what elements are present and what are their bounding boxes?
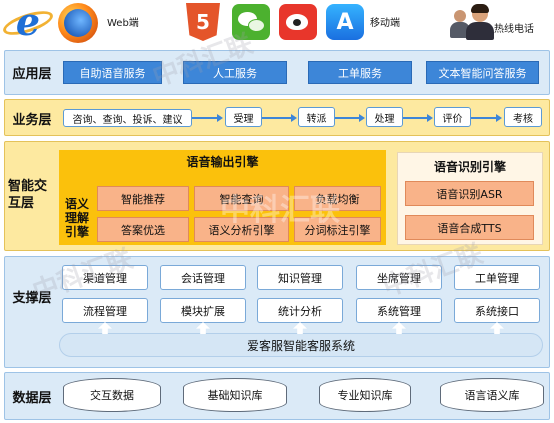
appstore-icon: A	[326, 4, 364, 40]
agent-headset-icon	[471, 4, 489, 13]
interaction-label-line2: 互层	[8, 196, 35, 211]
web-channel-label: Web端	[107, 18, 139, 29]
agent-2-head-icon	[454, 10, 466, 22]
support-module-knowledge: 知识管理	[257, 265, 343, 290]
support-module-statistics: 统计分析	[257, 298, 343, 323]
engine-cell-asr: 语音识别ASR	[405, 181, 534, 206]
business-step-assess: 考核	[504, 107, 542, 127]
flow-arrow-icon	[217, 114, 223, 122]
support-module-system: 系统管理	[356, 298, 442, 323]
mobile-channel-label: 移动端	[370, 18, 400, 29]
watermark-text: 中科汇联	[220, 193, 340, 228]
business-step-inquiry: 咨询、查询、投诉、建议	[63, 109, 192, 127]
business-step-evaluate: 评价	[434, 107, 471, 127]
flow-arrow-line	[192, 117, 218, 119]
semantic-engine-label: 语义理解引擎	[64, 196, 89, 239]
business-layer-label: 业务层	[12, 112, 52, 128]
app-item-ticket: 工单服务	[308, 61, 412, 84]
data-store-professional-kb: 专业知识库	[319, 378, 411, 412]
support-module-extension: 模块扩展	[160, 298, 246, 323]
support-module-session: 会话管理	[160, 265, 246, 290]
app-item-text-qa: 文本智能问答服务	[426, 61, 539, 84]
voice-output-engine-title: 语音输出引擎	[186, 154, 259, 169]
application-layer-label: 应用层	[12, 66, 52, 82]
data-store-interaction: 交互数据	[63, 378, 161, 412]
flow-arrow-line	[403, 117, 428, 119]
ie-icon: e	[15, 0, 41, 44]
flow-arrow-icon	[427, 114, 433, 122]
flow-arrow-icon	[496, 114, 502, 122]
hotline-channel-label: 热线电话	[494, 24, 534, 35]
engine-cell-recommend: 智能推荐	[97, 186, 189, 211]
support-module-process: 流程管理	[62, 298, 148, 323]
wechat-bubble-small-icon	[248, 19, 265, 32]
business-step-accept: 受理	[225, 107, 262, 127]
flow-arrow-line	[262, 117, 292, 119]
business-step-dispatch: 转派	[298, 107, 335, 127]
interaction-label-line1: 智能交	[8, 179, 48, 194]
flow-arrow-line	[335, 117, 360, 119]
business-step-handle: 处理	[366, 107, 403, 127]
data-store-semantics: 语言语义库	[440, 378, 544, 412]
support-module-interface: 系统接口	[454, 298, 540, 323]
flow-arrow-icon	[359, 114, 365, 122]
firefox-globe	[64, 9, 92, 37]
engine-cell-answer-select: 答案优选	[97, 217, 189, 242]
agent-body-icon	[466, 22, 494, 40]
app-item-self-voice: 自助语音服务	[63, 61, 162, 84]
speech-recognition-engine-title: 语音识别引擎	[433, 159, 506, 174]
flow-arrow-line	[471, 117, 497, 119]
data-store-basic-kb: 基础知识库	[183, 378, 287, 412]
platform-bar: 爱客服智能客服系统	[59, 333, 543, 357]
interaction-layer-label: 智能交 互层	[8, 178, 56, 212]
flow-arrow-icon	[291, 114, 297, 122]
data-layer-label: 数据层	[12, 390, 52, 406]
weibo-pupil-icon	[293, 19, 301, 26]
